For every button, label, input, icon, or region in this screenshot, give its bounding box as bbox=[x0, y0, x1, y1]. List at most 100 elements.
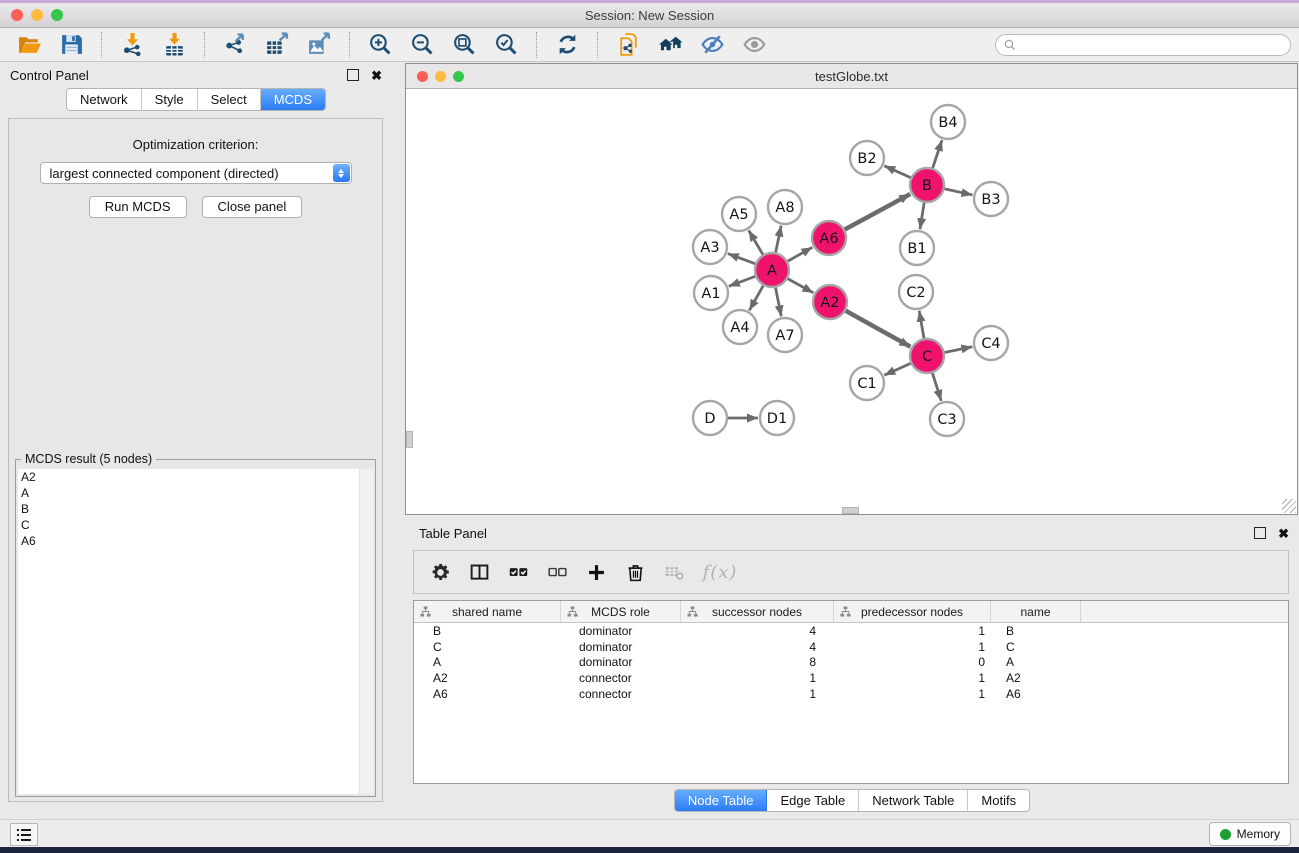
table-close-panel-icon[interactable]: ✖ bbox=[1278, 527, 1289, 540]
result-item[interactable]: A2 bbox=[18, 469, 373, 485]
graph-edge-A-A5[interactable] bbox=[749, 230, 764, 255]
search-field[interactable] bbox=[995, 34, 1291, 56]
delete-column-icon[interactable] bbox=[624, 561, 646, 583]
graph-node-A3[interactable]: A3 bbox=[693, 230, 727, 264]
apply-layout-icon[interactable] bbox=[551, 31, 583, 59]
canvas-scroll-nub-horizontal[interactable] bbox=[842, 507, 859, 514]
export-image-icon[interactable] bbox=[303, 31, 335, 59]
tab-network[interactable]: Network bbox=[67, 89, 142, 110]
save-session-icon[interactable] bbox=[55, 31, 87, 59]
criterion-dropdown[interactable]: largest connected component (directed) bbox=[40, 162, 352, 184]
graph-node-A8[interactable]: A8 bbox=[768, 190, 802, 224]
result-item[interactable]: C bbox=[18, 517, 373, 533]
new-network-from-file-icon[interactable] bbox=[612, 31, 644, 59]
graph-node-B2[interactable]: B2 bbox=[850, 141, 884, 175]
graph-edge-B-B3[interactable] bbox=[944, 189, 973, 195]
graph-node-A2[interactable]: A2 bbox=[813, 285, 847, 319]
run-mcds-button[interactable]: Run MCDS bbox=[89, 196, 187, 218]
tab-network-table[interactable]: Network Table bbox=[859, 790, 968, 811]
graph-edge-A-A3[interactable] bbox=[728, 254, 756, 264]
table-row[interactable]: A6connector11A6 bbox=[414, 686, 1288, 702]
graph-edge-A-A6[interactable] bbox=[787, 247, 813, 261]
graph-node-D[interactable]: D bbox=[693, 401, 727, 435]
import-table-file-icon[interactable] bbox=[158, 31, 190, 59]
table-row[interactable]: Adominator80A bbox=[414, 655, 1288, 671]
network-close-button[interactable] bbox=[417, 71, 428, 82]
toggle-columns-icon[interactable] bbox=[468, 561, 490, 583]
deselect-all-columns-icon[interactable] bbox=[546, 561, 568, 583]
graph-node-B[interactable]: B bbox=[910, 168, 944, 202]
window-resize-handle[interactable] bbox=[1282, 499, 1296, 513]
tab-mcds[interactable]: MCDS bbox=[261, 89, 325, 110]
graph-node-C1[interactable]: C1 bbox=[850, 366, 884, 400]
export-table-icon[interactable] bbox=[261, 31, 293, 59]
task-history-button[interactable] bbox=[10, 823, 38, 846]
network-canvas[interactable]: B4B2BB3B1A5A8A6A3AA1C2A2A4A7CC4C1C3DD1 bbox=[406, 89, 1297, 514]
close-panel-button[interactable]: Close panel bbox=[202, 196, 303, 218]
zoom-window-button[interactable] bbox=[51, 9, 63, 21]
graph-node-A4[interactable]: A4 bbox=[723, 310, 757, 344]
tab-edge-table[interactable]: Edge Table bbox=[767, 790, 859, 811]
tab-motifs[interactable]: Motifs bbox=[968, 790, 1029, 811]
add-column-icon[interactable] bbox=[585, 561, 607, 583]
column-header-shared-name[interactable]: shared name bbox=[414, 601, 561, 622]
graph-node-C4[interactable]: C4 bbox=[974, 326, 1008, 360]
graph-edge-C-C4[interactable] bbox=[944, 347, 973, 353]
column-header-name[interactable]: name bbox=[991, 601, 1081, 622]
graph-edge-C-C3[interactable] bbox=[932, 372, 941, 401]
close-panel-icon[interactable]: ✖ bbox=[371, 69, 382, 82]
graph-edge-A-A8[interactable] bbox=[775, 226, 781, 254]
graph-node-A7[interactable]: A7 bbox=[768, 318, 802, 352]
graph-edge-C-C1[interactable] bbox=[884, 363, 911, 375]
search-input[interactable] bbox=[1021, 37, 1283, 53]
table-row[interactable]: A2connector11A2 bbox=[414, 670, 1288, 686]
result-item[interactable]: A bbox=[18, 485, 373, 501]
table-row[interactable]: Bdominator41B bbox=[414, 623, 1288, 639]
tab-select[interactable]: Select bbox=[198, 89, 261, 110]
graph-node-B3[interactable]: B3 bbox=[974, 182, 1008, 216]
graph-node-A1[interactable]: A1 bbox=[694, 276, 728, 310]
open-file-icon[interactable] bbox=[13, 31, 45, 59]
graph-node-A6[interactable]: A6 bbox=[812, 221, 846, 255]
graph-node-C2[interactable]: C2 bbox=[899, 275, 933, 309]
import-network-file-icon[interactable] bbox=[116, 31, 148, 59]
float-panel-icon[interactable] bbox=[347, 69, 359, 81]
zoom-selected-icon[interactable] bbox=[490, 31, 522, 59]
graph-edge-A-A4[interactable] bbox=[749, 285, 763, 311]
show-panel-icon[interactable] bbox=[738, 31, 770, 59]
tab-node-table[interactable]: Node Table bbox=[675, 790, 768, 811]
graph-node-C[interactable]: C bbox=[910, 339, 944, 373]
minimize-window-button[interactable] bbox=[31, 9, 43, 21]
graph-node-B1[interactable]: B1 bbox=[900, 231, 934, 265]
graph-edge-A-A1[interactable] bbox=[729, 276, 756, 286]
zoom-fit-icon[interactable] bbox=[448, 31, 480, 59]
graph-edge-B-B1[interactable] bbox=[920, 202, 924, 229]
graph-edge-A2-C[interactable] bbox=[845, 310, 911, 346]
home-icon[interactable] bbox=[654, 31, 686, 59]
close-window-button[interactable] bbox=[11, 9, 23, 21]
table-settings-icon[interactable] bbox=[429, 561, 451, 583]
hide-panel-icon[interactable] bbox=[696, 31, 728, 59]
graph-node-A5[interactable]: A5 bbox=[722, 197, 756, 231]
export-network-icon[interactable] bbox=[219, 31, 251, 59]
graph-edge-A-A7[interactable] bbox=[775, 287, 781, 317]
column-header-predecessor-nodes[interactable]: predecessor nodes bbox=[834, 601, 991, 622]
zoom-in-icon[interactable] bbox=[364, 31, 396, 59]
table-row[interactable]: Cdominator41C bbox=[414, 639, 1288, 655]
graph-node-A[interactable]: A bbox=[755, 253, 789, 287]
column-header-MCDS-role[interactable]: MCDS role bbox=[561, 601, 681, 622]
mcds-result-list[interactable]: A2ABCA6 bbox=[18, 469, 373, 794]
memory-button[interactable]: Memory bbox=[1209, 822, 1291, 846]
graph-edge-A-A2[interactable] bbox=[787, 278, 813, 293]
graph-edge-B-B4[interactable] bbox=[932, 140, 942, 169]
zoom-out-icon[interactable] bbox=[406, 31, 438, 59]
network-minimize-button[interactable] bbox=[435, 71, 446, 82]
table-float-panel-icon[interactable] bbox=[1254, 527, 1266, 539]
graph-node-C3[interactable]: C3 bbox=[930, 402, 964, 436]
graph-node-D1[interactable]: D1 bbox=[760, 401, 794, 435]
column-header-successor-nodes[interactable]: successor nodes bbox=[681, 601, 834, 622]
graph-edge-A6-B[interactable] bbox=[844, 194, 910, 230]
select-all-columns-icon[interactable] bbox=[507, 561, 529, 583]
graph-edge-C-C2[interactable] bbox=[919, 311, 924, 340]
result-scrollbar[interactable] bbox=[359, 469, 373, 794]
